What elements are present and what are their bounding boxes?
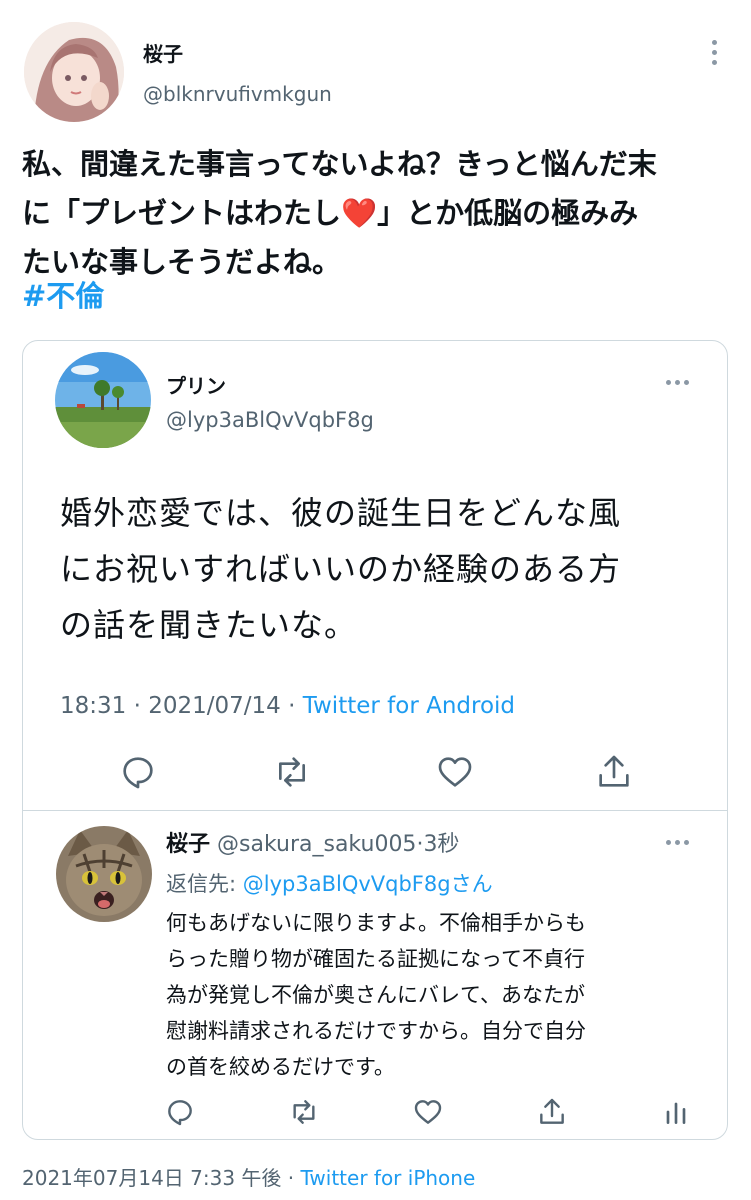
- tweet-text-line: らった贈り物が確固たる証拠になって不貞行: [166, 947, 585, 971]
- reply-time[interactable]: 3秒: [423, 832, 459, 857]
- quoted-tweet-meta: 18:31 · 2021/07/14 · Twitter for Android: [60, 693, 515, 719]
- replying-to: 返信先: @lyp3aBlQvVqbF8gさん: [166, 868, 493, 898]
- meta-separator: ·: [126, 693, 149, 719]
- meta-separator: ·: [281, 1166, 301, 1190]
- replying-to-label: 返信先:: [166, 872, 243, 896]
- reply-author-name[interactable]: 桜子: [166, 832, 210, 857]
- reply-text: 何もあげないに限りますよ。不倫相手からも らった贈り物が確固たる証拠になって不貞…: [166, 905, 706, 1085]
- tweet-text-line: 為が発覚し不倫が奥さんにバレて、あなたが: [166, 983, 585, 1007]
- quoted-author-avatar[interactable]: [55, 352, 151, 448]
- tweet-text-line: 婚外恋愛では、彼の誕生日をどんな風: [60, 494, 622, 532]
- meta-separator: ·: [280, 693, 303, 719]
- tweet-time[interactable]: 18:31: [60, 693, 126, 719]
- source-client-link[interactable]: Twitter for Android: [303, 693, 515, 719]
- author-handle[interactable]: @blknrvufivmkgun: [143, 82, 332, 106]
- quoted-author-handle[interactable]: @lyp3aBlQvVqbF8g: [166, 408, 374, 432]
- reply-author-handle[interactable]: @sakura_saku005: [217, 832, 416, 857]
- tweet-text-line: にお祝いすればいいのか経験のある方: [60, 550, 622, 588]
- tweet-text-line: 私、間違えた事言ってないよね？きっと悩んだ末: [22, 147, 657, 181]
- retweet-icon[interactable]: [272, 752, 312, 792]
- author-name[interactable]: 桜子: [143, 38, 183, 67]
- divider: [23, 810, 727, 811]
- more-options-icon[interactable]: [666, 380, 689, 385]
- quoted-author-name[interactable]: プリン: [166, 370, 226, 399]
- share-icon[interactable]: [536, 1096, 568, 1128]
- tweet-text-line: の話を聞きたいな。: [60, 606, 358, 644]
- share-icon[interactable]: [594, 752, 634, 792]
- landscape-avatar-image: [55, 352, 151, 448]
- tweet-text-segment: に「プレゼントはわたし: [22, 196, 342, 230]
- tweet-text-line: 慰謝料請求されるだけですから。自分で自分: [166, 1019, 586, 1043]
- reply-author-avatar[interactable]: [56, 826, 152, 922]
- quoted-tweet-text: 婚外恋愛では、彼の誕生日をどんな風 にお祝いすればいいのか経験のある方 の話を聞…: [60, 485, 710, 653]
- tweet-date[interactable]: 2021/07/14: [148, 693, 281, 719]
- more-options-icon[interactable]: [704, 40, 724, 70]
- retweet-icon[interactable]: [288, 1096, 320, 1128]
- like-icon[interactable]: [412, 1096, 444, 1128]
- like-icon[interactable]: [435, 752, 475, 792]
- reply-header: 桜子 @sakura_saku005·3秒: [166, 826, 459, 858]
- tweet-text-line: たいな事しそうだよね。: [22, 245, 342, 279]
- mention-link[interactable]: @lyp3aBlQvVqbF8gさん: [243, 872, 493, 896]
- tweet-text: 私、間違えた事言ってないよね？きっと悩んだ末 に「プレゼントはわたし❤️」とか低…: [22, 140, 734, 287]
- analytics-icon[interactable]: [660, 1096, 692, 1128]
- tweet-timestamp[interactable]: 2021年07月14日 7:33 午後: [22, 1166, 281, 1190]
- tweet-text-line: に「プレゼントはわたし❤️」とか低脳の極みみ: [22, 189, 734, 238]
- reply-icon[interactable]: [118, 752, 158, 792]
- tweet-text-segment: 」とか低脳の極みみ: [377, 196, 639, 230]
- tweet-footer-meta: 2021年07月14日 7:33 午後 · Twitter for iPhone: [22, 1162, 475, 1191]
- more-options-icon[interactable]: [666, 840, 689, 845]
- reply-icon[interactable]: [164, 1096, 196, 1128]
- source-client-link[interactable]: Twitter for iPhone: [301, 1166, 476, 1190]
- author-avatar[interactable]: [24, 22, 124, 122]
- red-heart-icon: ❤️: [341, 196, 378, 230]
- avatar-illustration: [24, 22, 124, 122]
- hashtag-link[interactable]: #不倫: [22, 273, 104, 315]
- tweet-text-line: の首を絞めるだけです。: [166, 1055, 395, 1079]
- tweet-text-line: 何もあげないに限りますよ。不倫相手からも: [166, 911, 586, 935]
- cat-avatar-image: [56, 826, 152, 922]
